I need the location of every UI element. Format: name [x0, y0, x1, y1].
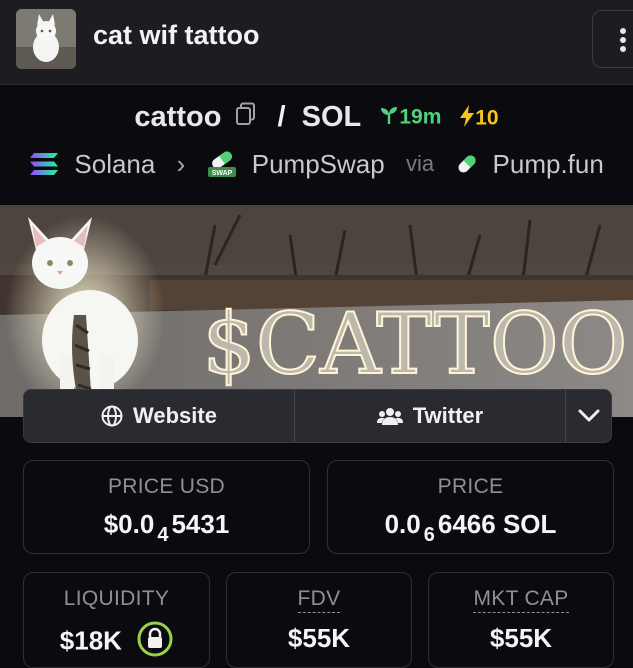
liquidity-label: LIQUIDITY	[63, 587, 170, 610]
price-usd-card: PRICE USD $0.0 4 5431	[23, 460, 310, 554]
page-title: cat wif tattoo	[93, 20, 260, 50]
price-usd-value: $0.0 4 5431	[103, 509, 230, 546]
token-banner-image: $CATTOO	[0, 205, 633, 417]
chain-link[interactable]: Solana	[29, 149, 162, 179]
liquidity-value: $18K	[59, 625, 122, 656]
more-menu-button[interactable]	[592, 10, 633, 68]
users-icon	[376, 406, 403, 426]
fdv-value: $55K	[287, 623, 351, 653]
launchpad-name: Pump.fun	[492, 148, 604, 179]
price-native-label: PRICE	[437, 475, 504, 498]
solana-icon	[30, 152, 59, 175]
dex-name: PumpSwap	[251, 149, 385, 180]
breadcrumb-chevron-icon: ›	[176, 148, 186, 179]
boost-value: 10	[475, 106, 499, 130]
social-links-bar: Website Twitter	[23, 389, 612, 443]
via-label: via	[405, 151, 435, 177]
svg-text:SWAP: SWAP	[211, 170, 232, 177]
more-links-button[interactable]	[566, 390, 611, 442]
mkt-cap-label[interactable]: MKT CAP	[473, 587, 569, 613]
pumpswap-icon: SWAP	[207, 151, 236, 178]
price-native-card: PRICE 0.0 6 6466 SOL	[327, 460, 614, 554]
cat-avatar-icon	[16, 9, 76, 69]
liquidity-card: LIQUIDITY $18K	[23, 572, 210, 668]
age-value: 19m	[399, 105, 442, 129]
twitter-label: Twitter	[412, 403, 484, 428]
chevron-down-icon	[578, 409, 599, 422]
seedling-icon	[381, 107, 398, 125]
website-button[interactable]: Website	[24, 390, 295, 442]
base-symbol: cattoo	[134, 100, 222, 133]
header-bar: cat wif tattoo	[0, 0, 633, 85]
dex-link[interactable]: SWAP PumpSwap	[207, 149, 392, 179]
globe-icon	[101, 405, 123, 427]
pair-separator: /	[277, 100, 286, 133]
launchpad-link[interactable]: Pump.fun	[455, 149, 604, 179]
bolt-icon	[460, 104, 475, 127]
website-label: Website	[133, 403, 217, 428]
fdv-card: FDV $55K	[226, 572, 412, 668]
quote-symbol: SOL	[301, 100, 362, 133]
lock-icon[interactable]	[137, 621, 173, 664]
mkt-cap-value: $55K	[489, 623, 553, 653]
boost-count[interactable]: 10	[459, 104, 499, 130]
price-usd-label: PRICE USD	[107, 475, 226, 498]
chain-breadcrumb: Solana › SWAP PumpSwap via Pump.fun	[0, 147, 633, 180]
chain-name: Solana	[74, 148, 156, 179]
fdv-label[interactable]: FDV	[297, 587, 341, 613]
pair-title: cattoo / SOL 19m 10	[0, 100, 633, 134]
copy-icon[interactable]	[235, 101, 257, 134]
pair-age: 19m	[379, 105, 447, 129]
mkt-cap-card: MKT CAP $55K	[428, 572, 614, 668]
liquidity-value-row: $18K	[24, 621, 209, 664]
twitter-button[interactable]: Twitter	[295, 390, 566, 442]
price-native-value: 0.0 6 6466 SOL	[384, 509, 557, 546]
banner-text: $CATTOO	[202, 295, 627, 393]
pill-icon	[458, 155, 476, 173]
